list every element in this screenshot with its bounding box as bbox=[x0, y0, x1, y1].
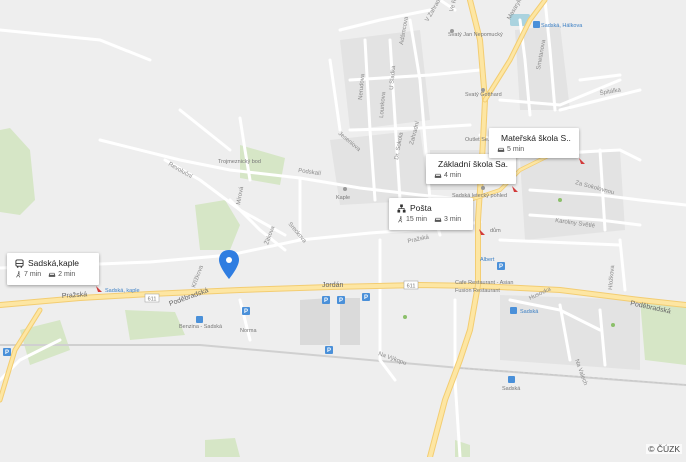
card-title: Sadská,kaple bbox=[28, 258, 80, 268]
svg-text:611: 611 bbox=[407, 284, 416, 290]
card-title: Pošta bbox=[410, 203, 432, 213]
walk-time: 7 min bbox=[24, 271, 42, 278]
road-label-jordan: Jordán bbox=[322, 282, 344, 289]
svg-text:P: P bbox=[244, 309, 248, 315]
svg-text:P: P bbox=[324, 298, 328, 304]
drive-time: 5 min bbox=[507, 146, 525, 153]
svg-text:P: P bbox=[327, 348, 331, 354]
drive-time: 3 min bbox=[444, 216, 462, 223]
card-title: Mateřská škola S... bbox=[501, 133, 571, 143]
poi-label-cafe: Cafe Restaurant - Asian bbox=[455, 280, 513, 286]
bus-stop-icon[interactable] bbox=[510, 307, 517, 314]
drive-time: 4 min bbox=[444, 172, 462, 179]
car-icon bbox=[434, 217, 442, 222]
card-sadska-kaple[interactable]: Sadská,kaple 7 min 2 min bbox=[7, 253, 99, 285]
road-shield-611-west: 611 bbox=[144, 293, 160, 303]
svg-text:P: P bbox=[364, 295, 368, 301]
poi-label-svaty-gotthard: Svatý Gotthard bbox=[465, 92, 502, 98]
poi-label-fusion: Fusion Restaurant bbox=[455, 288, 500, 294]
poi-label-benzina: Benzina - Sadská bbox=[179, 324, 223, 330]
car-icon bbox=[48, 272, 56, 277]
poi-label-dum: dům bbox=[490, 227, 501, 234]
card-posta[interactable]: Pošta 15 min 3 min bbox=[389, 198, 473, 230]
poi-label-sadska-bus: Sadská bbox=[520, 309, 539, 315]
card-title: Základní škola Sa... bbox=[438, 159, 508, 169]
walk-time: 15 min bbox=[406, 216, 428, 223]
svg-text:P: P bbox=[339, 298, 343, 304]
network-icon bbox=[397, 203, 406, 213]
card-zakladni-skola[interactable]: Základní škola Sa... 4 min bbox=[426, 154, 516, 184]
poi-label-trojmezni-bod: Trojmeznický bod bbox=[218, 159, 261, 165]
road-shield-611-east: 611 bbox=[403, 280, 419, 290]
bus-stop-icon[interactable] bbox=[196, 316, 203, 323]
map-canvas[interactable]: 611 611 Pražská Poděbradská Jordán Poděb… bbox=[0, 0, 686, 460]
poi-label-sadska-station: Sadská bbox=[502, 386, 521, 392]
poi-label-sadska-halkova: Sadská, Hálkova bbox=[541, 23, 583, 29]
bus-stop-icon[interactable] bbox=[533, 21, 540, 28]
svg-text:P: P bbox=[5, 350, 9, 356]
car-icon bbox=[434, 173, 442, 178]
svg-text:P: P bbox=[499, 264, 503, 270]
svg-text:611: 611 bbox=[148, 297, 157, 303]
poi-label-albert: Albert bbox=[480, 257, 495, 263]
copyright-notice: © ČÚZK bbox=[646, 444, 682, 454]
walk-icon bbox=[16, 271, 21, 278]
poi-label-svaty-jan: Svatý Jan Nepomucký bbox=[448, 32, 503, 38]
card-materska-skola[interactable]: Mateřská škola S... 5 min bbox=[489, 128, 579, 158]
train-station-icon[interactable] bbox=[508, 376, 515, 383]
poi-label-norma: Norma bbox=[240, 328, 257, 334]
bus-icon bbox=[15, 258, 24, 268]
poi-label-sadska-kaple: Sadská, kaple bbox=[105, 288, 140, 294]
drive-time: 2 min bbox=[58, 271, 76, 278]
poi-label-kaple: Kaple bbox=[336, 195, 350, 201]
walk-icon bbox=[398, 216, 403, 223]
car-icon bbox=[497, 147, 505, 152]
